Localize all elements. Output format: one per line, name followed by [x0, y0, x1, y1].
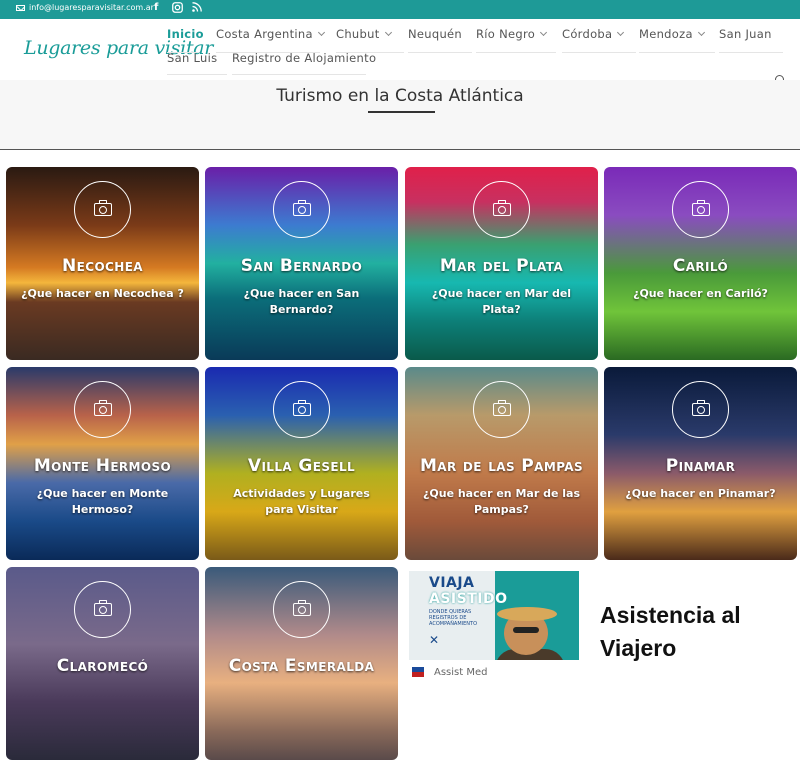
card-mar-de-las-pampas[interactable]: Mar de las Pampas ¿Que hacer en Mar de l…	[405, 367, 598, 560]
card-subtitle: ¿Que hacer en Mar de las Pampas?	[423, 487, 580, 516]
nav-registro-alojamiento[interactable]: Registro de Alojamiento	[232, 51, 376, 65]
card-title: Cariló	[672, 256, 729, 276]
card-necochea[interactable]: Necochea ¿Que hacer en Necochea ?	[6, 167, 199, 360]
card-title: Claromecó	[56, 656, 149, 676]
nav-cordoba[interactable]: Córdoba	[562, 27, 625, 41]
nav-neuquen[interactable]: Neuquén	[408, 27, 462, 41]
ad-footer-text: Assist Med	[434, 667, 488, 678]
card-title: Monte Hermoso	[33, 456, 172, 476]
card-carilo[interactable]: Cariló ¿Que hacer en Cariló?	[604, 167, 797, 360]
traveler-sunglasses	[513, 627, 539, 633]
camera-icon	[94, 600, 112, 616]
camera-icon-circle	[273, 381, 330, 438]
chevron-down-icon	[617, 28, 625, 37]
camera-icon-circle	[672, 381, 729, 438]
camera-icon	[293, 400, 311, 416]
card-subtitle: Actividades y Lugares para Visitar	[233, 487, 370, 516]
camera-icon	[493, 200, 511, 216]
card-title: Necochea	[62, 256, 143, 276]
card-villa-gesell[interactable]: Villa Gesell Actividades y Lugares para …	[205, 367, 398, 560]
card-title: Villa Gesell	[247, 456, 356, 476]
nav-inicio[interactable]: Inicio	[167, 27, 204, 41]
camera-icon-circle	[473, 381, 530, 438]
instagram-icon[interactable]	[172, 2, 183, 16]
facebook-icon[interactable]: f	[154, 2, 158, 13]
card-claromeco[interactable]: Claromecó	[6, 567, 199, 760]
card-san-bernardo[interactable]: San Bernardo ¿Que hacer en San Bernardo?	[205, 167, 398, 360]
camera-icon	[493, 400, 511, 416]
brand-x-icon: ✕	[429, 633, 440, 647]
card-subtitle: ¿Que hacer en San Bernardo?	[243, 287, 360, 316]
chevron-down-icon	[540, 28, 548, 37]
card-monte-hermoso[interactable]: Monte Hermoso ¿Que hacer en Monte Hermos…	[6, 367, 199, 560]
ad-title[interactable]: Asistencia al Viajero	[600, 599, 790, 665]
card-subtitle: ¿Que hacer en Cariló?	[633, 287, 768, 300]
card-pinamar[interactable]: Pinamar ¿Que hacer en Pinamar?	[604, 367, 797, 560]
chevron-down-icon	[697, 28, 705, 37]
rss-icon[interactable]	[192, 2, 202, 15]
camera-icon-circle	[273, 581, 330, 638]
traveler-hat	[497, 607, 557, 621]
card-title: Costa Esmeralda	[228, 656, 375, 676]
card-title: Pinamar	[665, 456, 736, 476]
ad-image-line2: ASISTIDO	[429, 591, 508, 607]
contact-email-text: info@lugaresparavisitar.com.ar	[29, 3, 154, 12]
nav-mendoza[interactable]: Mendoza	[639, 27, 705, 41]
camera-icon	[692, 400, 710, 416]
card-title: Mar del Plata	[439, 256, 564, 276]
card-title: Mar de las Pampas	[419, 456, 584, 476]
camera-icon	[94, 200, 112, 216]
camera-icon	[293, 600, 311, 616]
contact-email[interactable]: info@lugaresparavisitar.com.ar	[16, 3, 154, 12]
card-costa-esmeralda[interactable]: Costa Esmeralda	[205, 567, 398, 760]
nav-san-luis[interactable]: San Luis	[167, 51, 217, 65]
section-underline	[368, 111, 435, 113]
card-title: San Bernardo	[240, 256, 363, 276]
card-subtitle: ¿Que hacer en Monte Hermoso?	[36, 487, 169, 516]
card-mar-del-plata[interactable]: Mar del Plata ¿Que hacer en Mar del Plat…	[405, 167, 598, 360]
nav-san-juan[interactable]: San Juan	[719, 27, 772, 41]
nav-chubut[interactable]: Chubut	[336, 27, 392, 41]
card-subtitle: ¿Que hacer en Necochea ?	[21, 287, 184, 300]
camera-icon-circle	[74, 381, 131, 438]
nav-costa-argentina[interactable]: Costa Argentina	[216, 27, 325, 41]
card-subtitle: ¿Que hacer en Mar del Plata?	[431, 287, 572, 316]
section-title: Turismo en la Costa Atlántica	[276, 86, 524, 106]
camera-icon-circle	[74, 581, 131, 638]
flag-icon	[412, 667, 424, 677]
ad-footer: Assist Med	[412, 667, 487, 678]
ad-banner-image[interactable]: VIAJA ASISTIDO DONDE QUIERAS REGISTROS D…	[409, 571, 579, 660]
camera-icon	[692, 200, 710, 216]
camera-icon-circle	[74, 181, 131, 238]
ad-image-line1: VIAJA	[429, 575, 475, 591]
top-bar: info@lugaresparavisitar.com.ar f	[0, 0, 800, 19]
chevron-down-icon	[317, 28, 325, 37]
chevron-down-icon	[384, 28, 392, 37]
card-subtitle: ¿Que hacer en Pinamar?	[625, 487, 776, 500]
camera-icon	[293, 200, 311, 216]
ad-image-line3: DONDE QUIERAS REGISTROS DE ACOMPAÑAMIENT…	[429, 609, 478, 627]
camera-icon-circle	[273, 181, 330, 238]
camera-icon-circle	[473, 181, 530, 238]
camera-icon-circle	[672, 181, 729, 238]
envelope-icon	[16, 4, 25, 11]
nav-rio-negro[interactable]: Río Negro	[476, 27, 548, 41]
camera-icon	[94, 400, 112, 416]
